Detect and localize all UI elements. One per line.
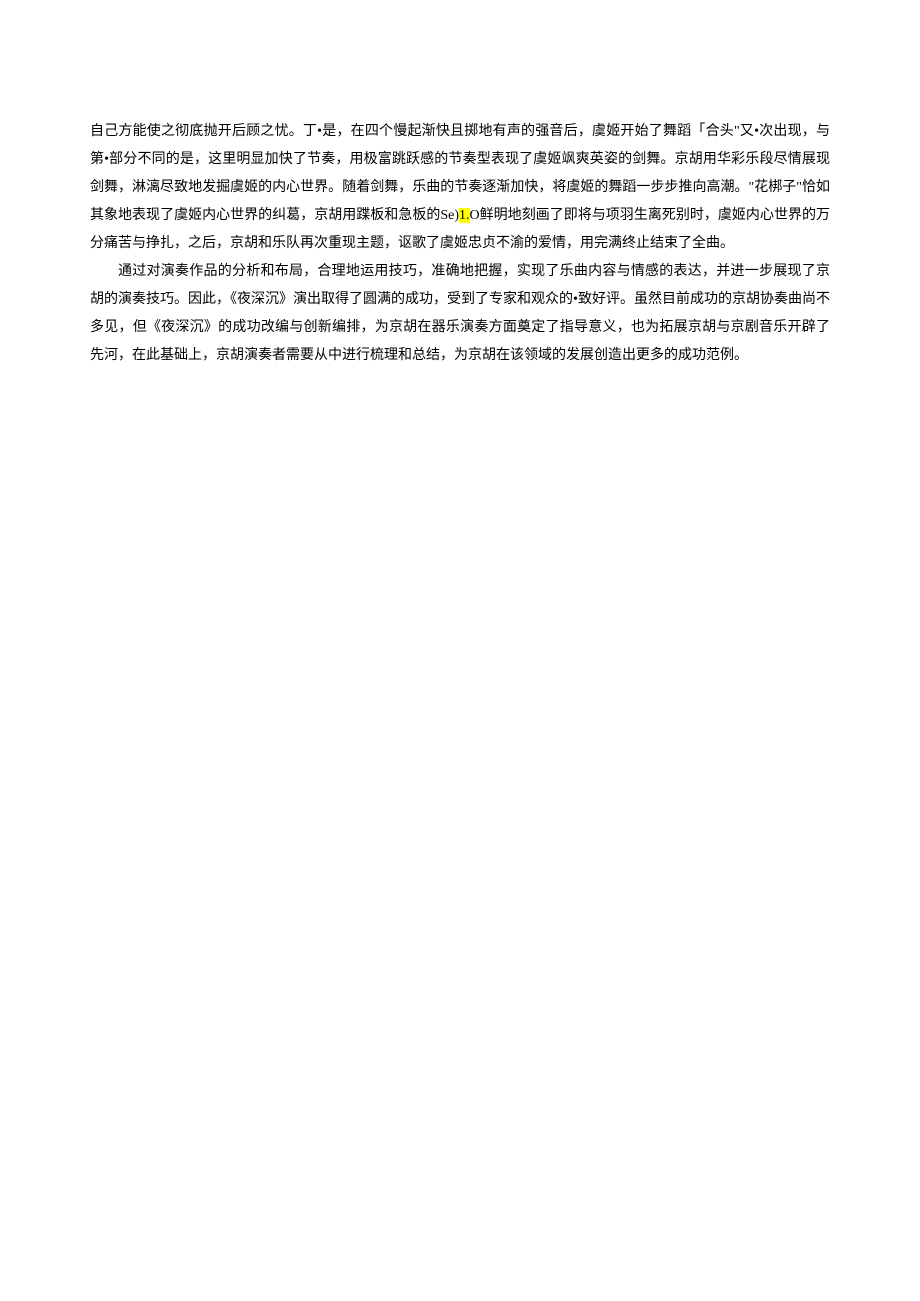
paragraph-1: 自己方能使之彻底抛开后顾之忧。丁•是，在四个慢起渐快且掷地有声的强音后，虞姬开始… bbox=[90, 118, 830, 258]
paragraph-1-highlight: 1. bbox=[459, 208, 470, 223]
paragraph-2-text: 通过对演奏作品的分析和布局，合理地运用技巧，准确地把握，实现了乐曲内容与情感的表… bbox=[90, 264, 830, 363]
paragraph-2: 通过对演奏作品的分析和布局，合理地运用技巧，准确地把握，实现了乐曲内容与情感的表… bbox=[90, 258, 830, 370]
